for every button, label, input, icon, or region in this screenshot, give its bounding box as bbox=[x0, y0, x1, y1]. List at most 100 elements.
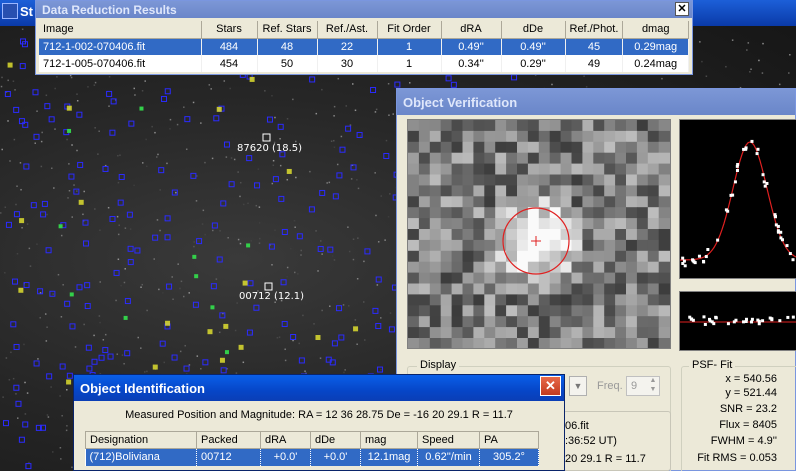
cell-fit-order: 1 bbox=[377, 38, 442, 55]
col-fit-order[interactable]: Fit Order bbox=[377, 21, 442, 39]
matched-star-marker bbox=[238, 344, 244, 350]
cell-dde: 0.49'' bbox=[501, 38, 566, 55]
col-pa[interactable]: PA bbox=[479, 431, 539, 449]
reference-star-marker bbox=[25, 463, 32, 470]
reference-star-marker bbox=[13, 343, 20, 350]
stepper-up-icon[interactable]: ▲ bbox=[647, 377, 659, 386]
cell-speed: 0.62''/min bbox=[417, 448, 480, 466]
matched-star-marker bbox=[7, 62, 13, 68]
object-verification-titlebar[interactable]: Object Verification bbox=[397, 89, 795, 115]
reference-star-marker bbox=[164, 88, 171, 95]
data-reduction-titlebar[interactable]: Data Reduction Results ✕ bbox=[36, 1, 692, 18]
col-speed[interactable]: Speed bbox=[417, 431, 480, 449]
matched-star-marker bbox=[242, 280, 248, 286]
col-dde[interactable]: dDe bbox=[501, 21, 566, 39]
reference-star-marker bbox=[91, 358, 98, 365]
reference-star-marker bbox=[128, 120, 135, 127]
reference-star-marker bbox=[190, 172, 197, 179]
object-identification-titlebar[interactable]: Object Identification ✕ bbox=[74, 375, 564, 401]
reference-star-marker bbox=[210, 283, 217, 290]
cell-image: 712-1-005-070406.fit bbox=[39, 55, 202, 72]
col-ref-stars[interactable]: Ref. Stars bbox=[257, 21, 318, 39]
reference-star-marker bbox=[109, 215, 116, 222]
reference-star-marker bbox=[364, 248, 371, 255]
reference-star-marker bbox=[332, 193, 339, 200]
photometry-star-marker bbox=[246, 243, 251, 248]
reference-star-marker bbox=[15, 400, 22, 407]
reference-star-marker bbox=[127, 259, 134, 266]
cell-ref-phot: 49 bbox=[565, 55, 624, 72]
cell-ref-stars: 48 bbox=[257, 38, 318, 55]
freq-value: 9 bbox=[631, 380, 638, 392]
reference-star-marker bbox=[59, 363, 66, 370]
reference-star-marker bbox=[370, 87, 377, 94]
photometry-star-marker bbox=[139, 106, 144, 111]
psf-fit-rms: Fit RMS = 0.053 bbox=[697, 452, 777, 464]
matched-star-marker bbox=[219, 357, 225, 363]
matched-star-marker bbox=[286, 168, 292, 174]
display-dropdown-arrow[interactable]: ▼ bbox=[569, 376, 587, 396]
col-designation[interactable]: Designation bbox=[85, 431, 197, 449]
col-dra[interactable]: dRA bbox=[260, 431, 311, 449]
cell-dde: 0.29'' bbox=[501, 55, 566, 72]
table-row[interactable]: (712)Boliviana 00712 +0.0' +0.0' 12.1mag… bbox=[85, 448, 539, 466]
photometry-star-marker bbox=[67, 128, 72, 133]
col-image[interactable]: Image bbox=[39, 21, 202, 39]
reference-star-marker bbox=[445, 75, 452, 82]
reference-star-marker bbox=[331, 340, 338, 347]
reference-star-marker bbox=[161, 95, 168, 102]
cell-mag: 12.1mag bbox=[360, 448, 418, 466]
col-dde[interactable]: dDe bbox=[310, 431, 361, 449]
reference-star-marker bbox=[336, 172, 343, 179]
reference-star-marker bbox=[280, 279, 287, 286]
reference-star-marker bbox=[220, 367, 227, 374]
reference-star-marker bbox=[281, 228, 288, 235]
reference-star-marker bbox=[216, 256, 223, 263]
cell-pa: 305.2° bbox=[479, 448, 539, 466]
reference-star-marker bbox=[266, 116, 273, 123]
measured-position-text: Measured Position and Magnitude: RA = 12… bbox=[125, 409, 513, 421]
reference-star-marker bbox=[134, 247, 141, 254]
target-marker-00712 bbox=[264, 282, 273, 291]
psf-y: y = 521.44 bbox=[725, 387, 777, 399]
stepper-down-icon[interactable]: ▼ bbox=[647, 386, 659, 395]
col-ref-ast[interactable]: Ref./Ast. bbox=[317, 21, 378, 39]
reference-star-marker bbox=[83, 240, 90, 247]
reference-star-marker bbox=[118, 174, 125, 181]
reference-star-marker bbox=[44, 103, 51, 110]
reference-star-marker bbox=[164, 234, 171, 241]
pixel-zoom-view[interactable] bbox=[407, 119, 671, 350]
reference-star-marker bbox=[33, 133, 40, 140]
col-ref-phot[interactable]: Ref./Phot. bbox=[565, 21, 624, 39]
table-row[interactable]: 712-1-002-070406.fit 484 48 22 1 0.49'' … bbox=[39, 38, 689, 55]
reference-star-marker bbox=[68, 173, 75, 180]
cell-ref-ast: 22 bbox=[317, 38, 378, 55]
reference-star-marker bbox=[48, 116, 55, 123]
reference-star-marker bbox=[290, 334, 297, 341]
reference-star-marker bbox=[86, 365, 93, 372]
col-stars[interactable]: Stars bbox=[201, 21, 258, 39]
identification-table: Designation Packed dRA dDe mag Speed PA … bbox=[85, 431, 539, 466]
reference-star-marker bbox=[296, 233, 303, 240]
freq-stepper[interactable]: 9 ▲ ▼ bbox=[626, 376, 660, 396]
photometry-star-marker bbox=[192, 254, 197, 259]
reference-star-marker bbox=[102, 347, 109, 354]
photometry-star-marker bbox=[194, 274, 199, 279]
col-packed[interactable]: Packed bbox=[196, 431, 261, 449]
close-icon[interactable]: ✕ bbox=[675, 2, 689, 16]
close-icon[interactable]: ✕ bbox=[540, 376, 561, 396]
reference-star-marker bbox=[84, 303, 91, 310]
object-identification-title: Object Identification bbox=[80, 381, 205, 396]
object-label-87620: 87620 (18.5) bbox=[237, 143, 303, 154]
col-dmag[interactable]: dmag bbox=[622, 21, 689, 39]
reference-star-marker bbox=[124, 298, 131, 305]
reference-star-marker bbox=[124, 350, 131, 357]
col-mag[interactable]: mag bbox=[360, 431, 418, 449]
psf-residual-plot bbox=[679, 291, 796, 351]
table-row[interactable]: 712-1-005-070406.fit 454 50 30 1 0.34'' … bbox=[39, 55, 689, 72]
cell-dra: 0.49'' bbox=[441, 38, 502, 55]
reference-star-marker bbox=[246, 155, 253, 162]
reference-star-marker bbox=[32, 89, 39, 96]
data-reduction-window: Data Reduction Results ✕ Image Stars Ref… bbox=[35, 0, 693, 75]
col-dra[interactable]: dRA bbox=[441, 21, 502, 39]
